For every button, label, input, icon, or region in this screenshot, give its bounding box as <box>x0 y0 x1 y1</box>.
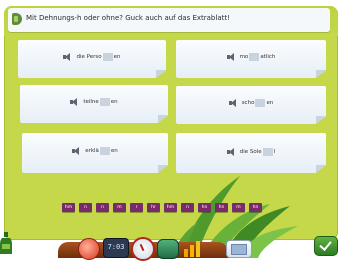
word-part-before: die Perso <box>76 54 102 60</box>
word-part-before: mo <box>239 54 249 60</box>
word-card-5[interactable]: erklä en <box>22 133 168 173</box>
speaker-icon[interactable] <box>228 99 238 107</box>
letter-tile[interactable]: r <box>130 203 143 212</box>
letter-tile[interactable]: hn <box>215 203 228 212</box>
instruction-text: Mit Dehnungs-h oder ohne? Guck auch auf … <box>26 14 230 22</box>
word-part-after: l <box>273 149 276 155</box>
letter-tile[interactable]: n <box>96 203 109 212</box>
clock-text: 7:03 <box>107 243 125 251</box>
speaker-icon[interactable] <box>63 53 72 61</box>
app-window: Mit Dehnungs-h oder ohne? Guck auch auf … <box>0 0 342 261</box>
word-card-1[interactable]: die Perso en <box>18 40 166 78</box>
letter-gap[interactable] <box>262 148 273 156</box>
word-part-after: en <box>113 54 121 60</box>
instruction-banner: Mit Dehnungs-h oder ohne? Guck auch auf … <box>8 8 330 32</box>
letter-tile[interactable]: n <box>79 203 92 212</box>
letter-tile-row: hm n n m r hr hm n hn hn m hn <box>62 203 266 213</box>
letter-gap[interactable] <box>249 53 260 61</box>
word-card-2[interactable]: mo atlich <box>176 40 326 78</box>
letter-tile[interactable]: m <box>232 203 245 212</box>
globe-icon[interactable] <box>157 239 179 259</box>
letter-tile[interactable]: hn <box>198 203 211 212</box>
speaker-icon[interactable] <box>72 147 81 155</box>
gauge-icon[interactable] <box>131 237 155 261</box>
word-card-6[interactable]: die Sole l <box>176 133 326 173</box>
word-part-after: en <box>110 148 118 154</box>
word-part-before: erklä <box>85 148 99 154</box>
bottle-icon[interactable] <box>0 232 14 254</box>
clock-icon[interactable]: 7:03 <box>103 238 129 258</box>
letter-tile[interactable]: hm <box>62 203 75 212</box>
word-part-after: en <box>266 100 274 106</box>
letter-tile[interactable]: m <box>113 203 126 212</box>
letter-gap[interactable] <box>102 53 113 61</box>
letter-tile[interactable]: n <box>181 203 194 212</box>
letter-gap[interactable] <box>99 98 110 106</box>
red-gem-icon[interactable] <box>78 238 100 260</box>
word-part-after: en <box>110 99 118 105</box>
speaker-icon[interactable] <box>226 148 236 156</box>
speaker-icon[interactable] <box>226 53 236 61</box>
letter-tile[interactable]: hn <box>249 203 262 212</box>
letter-gap[interactable] <box>99 147 110 155</box>
word-part-after: atlich <box>260 54 276 60</box>
word-card-4[interactable]: scho en <box>176 86 326 124</box>
letter-tile[interactable]: hr <box>147 203 160 212</box>
word-part-before: teilne <box>83 99 99 105</box>
letter-gap[interactable] <box>255 99 266 107</box>
word-part-before: scho <box>241 100 255 106</box>
speaker-icon[interactable] <box>70 98 79 106</box>
bars-icon[interactable] <box>182 240 206 257</box>
word-part-before: die Sole <box>239 149 262 155</box>
letter-tile[interactable]: hm <box>164 203 177 212</box>
word-card-3[interactable]: teilne en <box>20 85 168 123</box>
folders-icon[interactable] <box>226 240 252 258</box>
check-button[interactable] <box>314 236 338 256</box>
pin-icon <box>12 13 22 25</box>
